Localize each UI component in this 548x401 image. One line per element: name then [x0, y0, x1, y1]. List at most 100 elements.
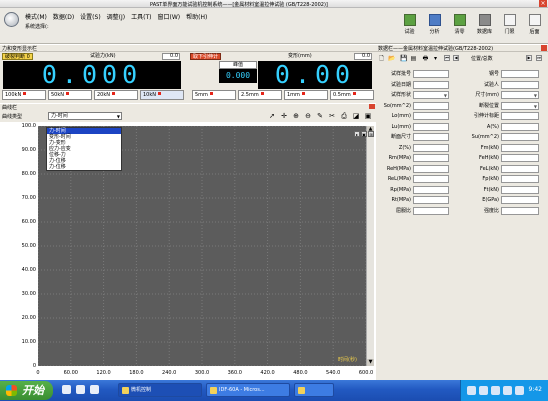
- first-record-icon[interactable]: ⏮: [444, 55, 450, 61]
- option-force-displacement-2[interactable]: 力-位移: [47, 164, 121, 170]
- input-method-icon[interactable]: [491, 386, 500, 395]
- field-input[interactable]: [501, 133, 539, 141]
- volume-icon[interactable]: [479, 386, 488, 395]
- chevron-down-icon[interactable]: ▾: [432, 55, 439, 62]
- toolbar-run-test[interactable]: 试验: [400, 14, 419, 35]
- zoom-in-icon[interactable]: ⊕: [292, 112, 300, 120]
- field-input[interactable]: [413, 143, 449, 152]
- field-input[interactable]: [501, 154, 539, 162]
- indicator-icon: [112, 92, 115, 95]
- fit-icon[interactable]: ▣: [361, 131, 367, 137]
- title-bar: PAST单界面万能试验机控制系统——[金属材料室温拉伸试验 (GB/T228-2…: [0, 0, 548, 8]
- field-label: Fm(kN): [480, 144, 499, 151]
- scroll-down-icon[interactable]: ▼: [367, 359, 374, 366]
- toolbar-next[interactable]: 后面: [525, 14, 544, 35]
- pen-icon[interactable]: ✎: [316, 112, 324, 120]
- save-icon[interactable]: 💾: [400, 55, 407, 62]
- print-icon[interactable]: ⎙: [340, 112, 348, 120]
- save-icon[interactable]: ▣: [364, 112, 372, 120]
- range-5mm[interactable]: 5mm: [192, 90, 236, 100]
- close-curve-panel-button[interactable]: [369, 104, 375, 109]
- menu-data[interactable]: 数据(D): [53, 12, 74, 21]
- field-input[interactable]: [413, 112, 449, 120]
- menu-tools[interactable]: 工具(T): [131, 12, 151, 21]
- range-2-5mm[interactable]: 2.5mm: [238, 90, 282, 100]
- range-1mm[interactable]: 1mm: [284, 90, 328, 100]
- field-input[interactable]: [501, 206, 539, 215]
- next-record-icon[interactable]: ▶: [526, 55, 532, 61]
- task-idf-60a[interactable]: IDF-60A - Micros...: [206, 383, 290, 397]
- close-data-panel-button[interactable]: [541, 45, 547, 51]
- field-input[interactable]: [413, 185, 449, 194]
- range-50kn[interactable]: 50kN: [48, 90, 92, 100]
- field-input[interactable]: [413, 175, 449, 183]
- field-input[interactable]: [501, 175, 539, 183]
- close-window-button[interactable]: ×: [539, 0, 547, 7]
- field-input[interactable]: [413, 133, 449, 141]
- field-input[interactable]: [413, 206, 449, 215]
- extensometer-tag[interactable]: 取下引伸计: [190, 53, 222, 60]
- field-input[interactable]: [501, 80, 539, 89]
- toolbar-analyze[interactable]: 分析: [425, 14, 444, 35]
- force-tag[interactable]: 破裂判断 0: [2, 53, 33, 60]
- system-mode-label[interactable]: 系统选择(:: [25, 23, 49, 30]
- pointer-icon[interactable]: ➚: [268, 112, 276, 120]
- menu-help[interactable]: 帮助(H): [186, 12, 207, 21]
- cut-icon[interactable]: ✂: [328, 112, 336, 120]
- displacement-small-value: 0.0: [354, 53, 372, 60]
- field-input[interactable]: [413, 122, 449, 131]
- field-input[interactable]: [501, 196, 539, 204]
- crosshair-icon[interactable]: ✛: [280, 112, 288, 120]
- zoom-out-icon[interactable]: ⊖: [304, 112, 312, 120]
- last-record-icon[interactable]: ⏭: [536, 55, 542, 61]
- field-input[interactable]: [413, 80, 449, 89]
- range-10kn[interactable]: 10kN: [140, 90, 184, 100]
- desktop-icon[interactable]: [76, 385, 85, 394]
- field-input[interactable]: [413, 101, 449, 110]
- field-input[interactable]: [501, 164, 539, 173]
- new-icon[interactable]: 🗋: [378, 55, 385, 62]
- menu-window[interactable]: 窗口(W): [157, 12, 180, 21]
- field-input[interactable]: [413, 164, 449, 173]
- field-input[interactable]: ▼: [413, 91, 449, 99]
- tray-app-icon[interactable]: [515, 386, 524, 395]
- curve-type-select[interactable]: 力-时间 ▼: [48, 112, 122, 120]
- field-input[interactable]: [413, 196, 449, 204]
- network-icon[interactable]: [467, 386, 476, 395]
- field-input[interactable]: [501, 112, 539, 120]
- copy-icon[interactable]: ▤: [410, 55, 417, 62]
- curve-type-dropdown-list: 力-时间 变形-时间 力-变形 应力-应变 位移-力 力-位移 力-位移: [46, 127, 122, 171]
- menu-adjust[interactable]: 调整(J): [107, 12, 125, 21]
- menu-settings[interactable]: 设置(S): [80, 12, 101, 21]
- ie-icon[interactable]: [62, 385, 71, 394]
- start-button[interactable]: 开始: [0, 381, 53, 400]
- split-icon[interactable]: ⊞: [368, 131, 374, 137]
- task-third[interactable]: [294, 383, 334, 397]
- range-100kn[interactable]: 100kN: [2, 90, 46, 100]
- expand-icon[interactable]: ▸: [354, 131, 360, 137]
- plot-vertical-scrollbar[interactable]: ▲ ▼: [366, 126, 374, 366]
- toolbar-zero[interactable]: 清零: [450, 14, 469, 35]
- clock: 9:42: [528, 386, 542, 393]
- field-input[interactable]: ▼: [501, 101, 539, 110]
- range-0-5mm[interactable]: 0.5mm: [330, 90, 374, 100]
- folder-icon[interactable]: [90, 385, 99, 394]
- field-label: FeL(kN): [479, 165, 499, 172]
- toolbar-threshold[interactable]: 门限: [500, 14, 519, 35]
- field-input[interactable]: [501, 70, 539, 78]
- field-input[interactable]: [413, 154, 449, 162]
- security-icon[interactable]: [503, 386, 512, 395]
- range-20kn[interactable]: 20kN: [94, 90, 138, 100]
- prev-record-icon[interactable]: ◀: [453, 55, 459, 61]
- field-input[interactable]: ▼: [501, 91, 539, 99]
- field-input[interactable]: [501, 185, 539, 194]
- toolbar-database[interactable]: 数据库: [475, 14, 494, 35]
- task-microcomputer-control[interactable]: 微机控制: [118, 383, 202, 397]
- field-input[interactable]: [501, 122, 539, 131]
- field-input[interactable]: [501, 143, 539, 152]
- open-icon[interactable]: 📂: [388, 55, 395, 62]
- menu-mode[interactable]: 模式(M): [25, 12, 47, 21]
- print-icon[interactable]: 🖶: [422, 55, 429, 62]
- curve-icon[interactable]: ◪: [352, 112, 360, 120]
- field-input[interactable]: [413, 70, 449, 78]
